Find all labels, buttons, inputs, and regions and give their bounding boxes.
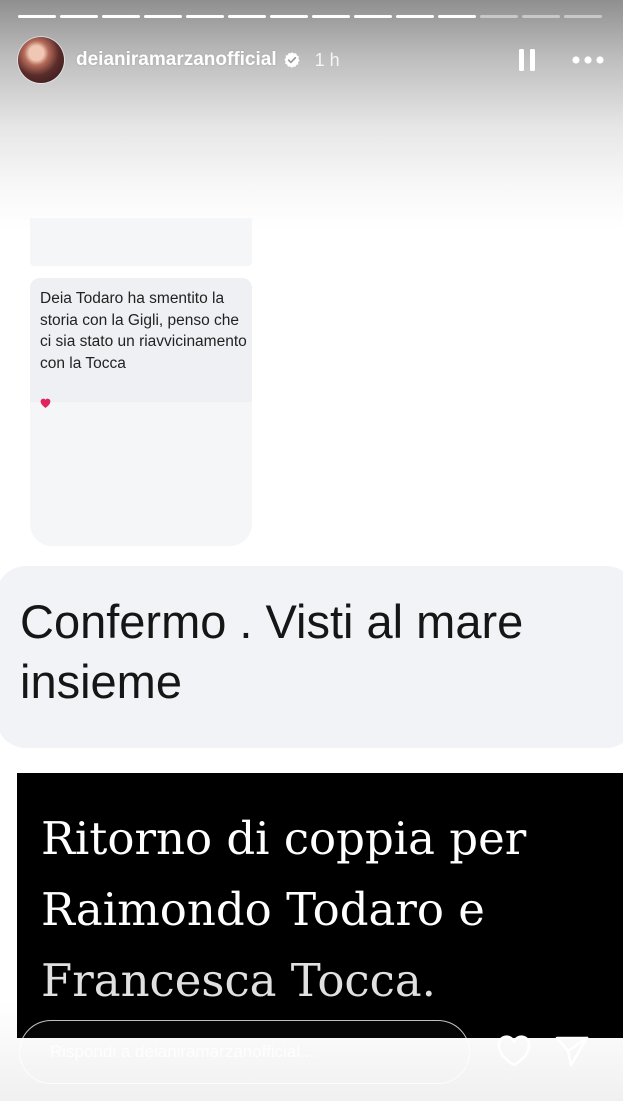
like-heart-icon[interactable] (496, 1034, 532, 1068)
send-icon[interactable] (554, 1034, 590, 1068)
progress-segment (312, 15, 350, 18)
headline-line: Raimondo Todaro e (41, 883, 485, 936)
progress-segment (438, 15, 476, 18)
headline-box: Ritorno di coppia per Raimondo Todaro e … (17, 773, 623, 1038)
progress-segment (228, 15, 266, 18)
verified-badge-icon (284, 52, 300, 68)
message-text: Deia Todaro ha smentito la storia con la… (40, 290, 247, 372)
message-card-top (30, 218, 252, 266)
top-gradient (0, 0, 623, 230)
progress-segment (522, 15, 560, 18)
more-options-icon[interactable] (571, 50, 605, 70)
progress-segment (186, 15, 224, 18)
progress-segment (60, 15, 98, 18)
avatar[interactable] (18, 37, 64, 83)
progress-segment (144, 15, 182, 18)
pause-icon[interactable] (517, 48, 537, 72)
progress-segment (270, 15, 308, 18)
progress-segment (102, 15, 140, 18)
progress-segment (564, 15, 602, 18)
headline-line: Ritorno di coppia per (41, 812, 527, 865)
progress-segment (354, 15, 392, 18)
progress-segment (480, 15, 518, 18)
message-card: Deia Todaro ha smentito la storia con la… (30, 278, 252, 546)
username[interactable]: deianiramarzanofficial (76, 49, 277, 71)
story-progress-bar (18, 15, 602, 18)
reply-bubble: Confermo . Visti al mare insieme (0, 566, 623, 748)
heart-reaction-icon (40, 398, 51, 408)
story-header: deianiramarzanofficial 1 h (18, 36, 605, 84)
progress-segment (396, 15, 434, 18)
reply-bubble-text: Confermo . Visti al mare insieme (20, 595, 524, 708)
post-time: 1 h (314, 49, 340, 70)
headline-text: Ritorno di coppia per Raimondo Todaro e … (41, 803, 623, 1016)
reply-input[interactable] (19, 1020, 470, 1084)
progress-segment (18, 15, 56, 18)
